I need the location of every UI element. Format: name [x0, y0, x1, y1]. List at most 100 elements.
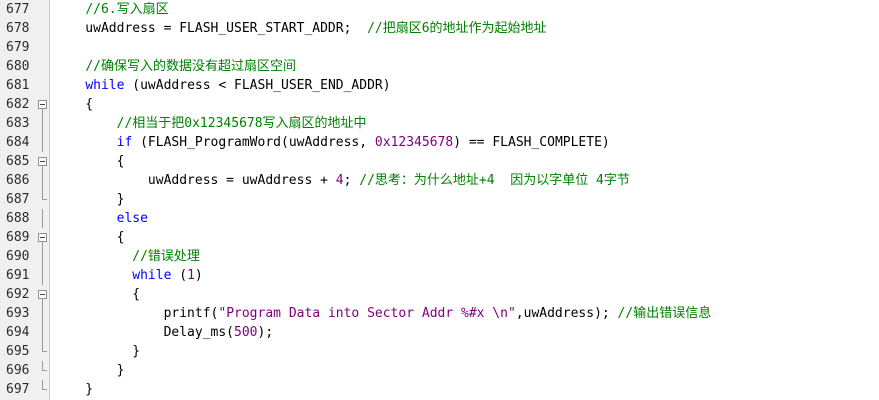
code-text[interactable]: else [54, 209, 148, 228]
code-text[interactable]: { [54, 95, 93, 114]
comment-token: //确保写入的数据没有超过扇区空间 [85, 59, 296, 74]
keyword-token: while [132, 268, 172, 283]
code-text[interactable]: } [54, 190, 125, 209]
comment-token: //错误处理 [132, 249, 200, 264]
code-line[interactable]: 682 { [0, 95, 879, 114]
code-token: uwAddress = uwAddress + [54, 173, 336, 188]
code-token: ,uwAddress); [515, 306, 618, 321]
code-text[interactable]: //相当于把0x12345678写入扇区的地址中 [54, 114, 367, 133]
code-line[interactable]: 685 { [0, 152, 879, 171]
code-text[interactable]: //错误处理 [54, 247, 200, 266]
code-token: { [54, 287, 141, 302]
code-line[interactable]: 681 while (uwAddress < FLASH_USER_END_AD… [0, 76, 879, 95]
code-token: ) [194, 268, 203, 283]
code-token: printf( [54, 306, 219, 321]
code-line[interactable]: 678 uwAddress = FLASH_USER_START_ADDR; /… [0, 19, 879, 38]
comment-token: //相当于把0x12345678写入扇区的地址中 [116, 116, 367, 131]
code-line[interactable]: 694 Delay_ms(500); [0, 323, 879, 342]
line-number: 678 [6, 21, 30, 36]
comment-token: //把扇区6的地址作为起始地址 [367, 21, 547, 36]
code-token: } [54, 192, 125, 207]
fold-end-marker [42, 380, 47, 390]
code-text[interactable]: //确保写入的数据没有超过扇区空间 [54, 57, 296, 76]
code-text[interactable]: while (1) [54, 266, 203, 285]
code-token: { [54, 97, 94, 112]
code-token: { [54, 154, 125, 169]
code-line[interactable]: 688 else [0, 209, 879, 228]
code-line[interactable]: 684 if (FLASH_ProgramWord(uwAddress, 0x1… [0, 133, 879, 152]
code-line[interactable]: 696 } [0, 361, 879, 380]
code-line[interactable]: 691 while (1) [0, 266, 879, 285]
code-token: uwAddress = FLASH_USER_START_ADDR; [54, 21, 368, 36]
fold-end-marker [42, 190, 47, 200]
fold-guide-line [42, 209, 43, 228]
code-token: } [54, 344, 141, 359]
code-line[interactable]: 687 } [0, 190, 879, 209]
line-number: 691 [6, 268, 30, 283]
line-number: 679 [6, 40, 30, 55]
code-line[interactable]: 683 //相当于把0x12345678写入扇区的地址中 [0, 114, 879, 133]
code-token: ; [343, 173, 360, 188]
code-token: Delay_ms( [54, 325, 235, 340]
code-text[interactable]: //6.写入扇区 [54, 0, 169, 19]
code-line[interactable]: 693 printf("Program Data into Sector Add… [0, 304, 879, 323]
comment-token: //6.写入扇区 [85, 2, 169, 17]
code-token: } [54, 363, 125, 378]
code-token: (uwAddress < FLASH_USER_END_ADDR) [124, 78, 391, 93]
code-token: ) == FLASH_COMPLETE) [453, 135, 610, 150]
keyword-token: if [116, 135, 133, 150]
line-number: 677 [6, 2, 30, 17]
code-text[interactable]: Delay_ms(500); [54, 323, 274, 342]
code-line[interactable]: 680 //确保写入的数据没有超过扇区空间 [0, 57, 879, 76]
code-line[interactable]: 690 //错误处理 [0, 247, 879, 266]
line-number: 683 [6, 116, 30, 131]
code-token: (FLASH_ProgramWord(uwAddress, [132, 135, 375, 150]
line-number: 690 [6, 249, 30, 264]
fold-guide-line [42, 171, 43, 190]
code-token: { [54, 230, 125, 245]
code-text[interactable]: { [54, 152, 125, 171]
code-editor[interactable]: 677 //6.写入扇区 678 uwAddress = FLASH_USER_S… [0, 0, 879, 400]
code-text[interactable]: uwAddress = FLASH_USER_START_ADDR; //把扇区… [54, 19, 547, 38]
code-text[interactable]: while (uwAddress < FLASH_USER_END_ADDR) [54, 76, 391, 95]
code-text[interactable]: } [54, 380, 93, 399]
code-line[interactable]: 697 } [0, 380, 879, 399]
code-line[interactable]: 677 //6.写入扇区 [0, 0, 879, 19]
code-line[interactable]: 686 uwAddress = uwAddress + 4; //思考：为什么地… [0, 171, 879, 190]
fold-guide-line [42, 114, 43, 133]
code-token: } [54, 382, 94, 397]
code-text[interactable]: printf("Program Data into Sector Addr %#… [54, 304, 712, 323]
line-number: 684 [6, 135, 30, 150]
code-text[interactable]: { [54, 228, 125, 247]
line-number: 694 [6, 325, 30, 340]
fold-guide-line [42, 266, 43, 285]
fold-end-marker [42, 361, 47, 371]
comment-token: //思考：为什么地址+4 因为以字单位 4字节 [359, 173, 630, 188]
code-text[interactable]: uwAddress = uwAddress + 4; //思考：为什么地址+4 … [54, 171, 630, 190]
number-token: 1 [187, 268, 195, 283]
code-text[interactable]: { [54, 285, 140, 304]
code-line[interactable]: 692 { [0, 285, 879, 304]
number-token: 500 [234, 325, 258, 340]
line-number: 687 [6, 192, 30, 207]
code-text[interactable]: if (FLASH_ProgramWord(uwAddress, 0x12345… [54, 133, 610, 152]
comment-token: //输出错误信息 [617, 306, 712, 321]
number-token: 4 [335, 173, 344, 188]
keyword-token: else [116, 211, 148, 226]
fold-end-marker [42, 342, 47, 352]
code-line[interactable]: 679 [0, 38, 879, 57]
code-lines[interactable]: 677 //6.写入扇区 678 uwAddress = FLASH_USER_S… [0, 0, 879, 399]
code-text[interactable]: } [54, 342, 140, 361]
code-text[interactable]: } [54, 361, 125, 380]
code-line[interactable]: 695 } [0, 342, 879, 361]
line-number: 681 [6, 78, 30, 93]
number-token: 0x12345678 [374, 135, 454, 150]
code-line[interactable]: 689 { [0, 228, 879, 247]
